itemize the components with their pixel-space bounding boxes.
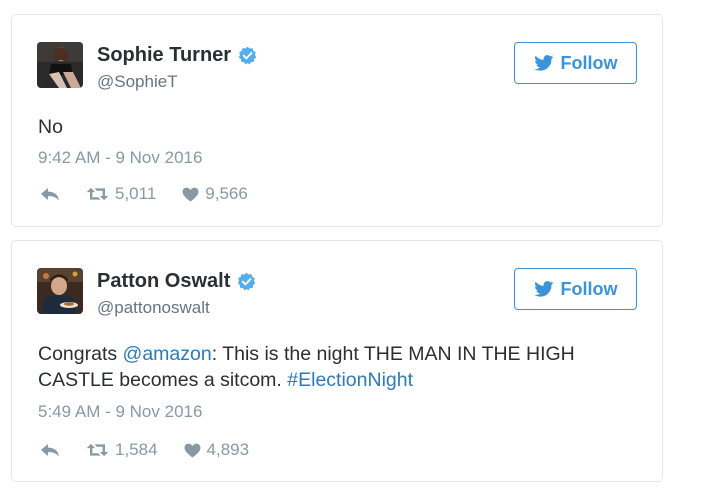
handle[interactable]: @SophieT xyxy=(97,72,178,92)
verified-badge-icon xyxy=(238,272,256,291)
hashtag-link[interactable]: #ElectionNight xyxy=(287,369,413,391)
twitter-bird-icon xyxy=(533,281,553,297)
heart-icon xyxy=(184,443,201,458)
retweet-button[interactable]: 5,011 xyxy=(86,184,156,204)
retweet-icon xyxy=(86,443,109,457)
reply-button[interactable] xyxy=(40,443,60,457)
reply-icon xyxy=(41,188,59,201)
follow-label: Follow xyxy=(560,52,618,73)
display-name[interactable]: Patton Oswalt xyxy=(97,270,230,293)
timestamp[interactable]: 5:49 AM - 9 Nov 2016 xyxy=(38,402,202,422)
verified-badge-icon xyxy=(238,46,257,65)
like-count: 4,893 xyxy=(206,440,250,459)
follow-button[interactable]: Follow xyxy=(514,268,637,310)
tweet-text: No xyxy=(38,116,63,138)
tweet-text-prefix: Congrats xyxy=(38,343,123,365)
timestamp[interactable]: 9:42 AM - 9 Nov 2016 xyxy=(38,148,202,168)
mention-link[interactable]: @amazon xyxy=(123,343,212,365)
twitter-bird-icon xyxy=(533,55,553,71)
follow-button[interactable]: Follow xyxy=(514,42,637,84)
display-name[interactable]: Sophie Turner xyxy=(97,44,231,67)
avatar[interactable] xyxy=(37,42,83,88)
like-button[interactable]: 4,893 xyxy=(184,440,250,460)
reply-icon xyxy=(41,444,59,457)
like-count: 9,566 xyxy=(205,184,248,203)
reply-button[interactable] xyxy=(40,187,60,201)
follow-label: Follow xyxy=(560,278,618,299)
tweet-card: Sophie Turner @SophieT Follow No 9:42 AM… xyxy=(11,14,663,227)
handle[interactable]: @pattonoswalt xyxy=(97,298,210,318)
heart-icon xyxy=(182,187,199,202)
avatar[interactable] xyxy=(37,268,83,314)
tweet-actions: 5,011 9,566 xyxy=(40,184,248,204)
retweet-count: 1,584 xyxy=(115,440,158,459)
retweet-button[interactable]: 1,584 xyxy=(86,440,158,460)
tweet-actions: 1,584 4,893 xyxy=(40,440,249,460)
like-button[interactable]: 9,566 xyxy=(182,184,248,204)
retweet-icon xyxy=(86,187,109,201)
tweet-card: Patton Oswalt @pattonoswalt Follow Congr… xyxy=(11,240,663,482)
retweet-count: 5,011 xyxy=(115,184,157,203)
tweet-text: Congrats @amazon: This is the night THE … xyxy=(38,341,638,393)
